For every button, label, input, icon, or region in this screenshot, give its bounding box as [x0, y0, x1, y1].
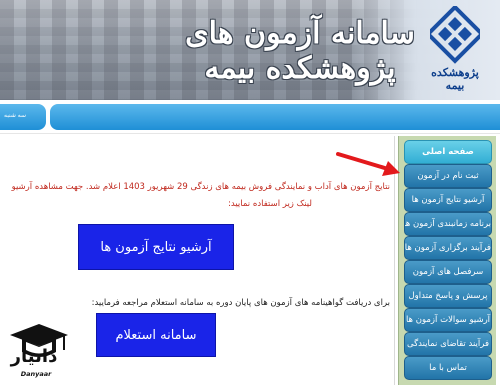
sidebar-item-questions-archive[interactable]: آرشیو سوالات آزمون ها	[404, 308, 492, 332]
nav-bar-main	[50, 104, 500, 130]
sidebar-item-home[interactable]: صفحه اصلی	[404, 140, 492, 164]
divider	[0, 133, 500, 134]
logo-text: پژوهشکده بیمه	[431, 66, 479, 92]
date-text: سه شنبه	[4, 112, 27, 119]
page: سامانه آزمون های پژوهشکده بیمه پژوهشکده …	[0, 0, 500, 385]
header-banner: سامانه آزمون های پژوهشکده بیمه پژوهشکده …	[0, 0, 500, 100]
watermark-brand: دانیار	[10, 346, 58, 367]
sidebar-item-exam-process[interactable]: فرآیند برگزاری آزمون ها	[404, 236, 492, 260]
sidebar-item-faq[interactable]: پرسش و پاسخ متداول	[404, 284, 492, 308]
sidebar-item-contact[interactable]: تماس با ما	[404, 356, 492, 380]
results-notice: نتایج آزمون های آداب و نمایندگی فروش بیم…	[11, 182, 390, 192]
sidebar-item-registration[interactable]: ثبت نام در آزمون	[404, 164, 492, 188]
date-tab: سه شنبه	[0, 104, 46, 130]
sidebar-item-results-archive[interactable]: آرشیو نتایج آزمون ها	[404, 188, 492, 212]
sidebar-item-syllabus[interactable]: سرفصل های آزمون	[404, 260, 492, 284]
sidebar-item-schedule[interactable]: برنامه زمانبندی آزمون ها	[404, 212, 492, 236]
results-archive-button[interactable]: آرشیو نتایج آزمون ها	[78, 224, 234, 270]
watermark-sub: Danyaar	[20, 370, 52, 378]
top-nav-bar: سه شنبه	[0, 104, 500, 130]
insurance-research-logo-icon	[430, 6, 480, 64]
results-notice-line2: لینک زیر استفاده نمایید:	[228, 199, 312, 209]
site-title: سامانه آزمون های پژوهشکده بیمه	[185, 16, 415, 86]
red-arrow-icon	[336, 152, 400, 176]
site-logo[interactable]: پژوهشکده بیمه	[420, 4, 490, 96]
sidebar-menu: صفحه اصلی ثبت نام در آزمون آرشیو نتایج آ…	[398, 136, 496, 385]
inquiry-system-button[interactable]: سامانه استعلام	[96, 313, 216, 357]
sidebar-item-agency-request[interactable]: فرآیند تقاضای نمایندگی	[404, 332, 492, 356]
